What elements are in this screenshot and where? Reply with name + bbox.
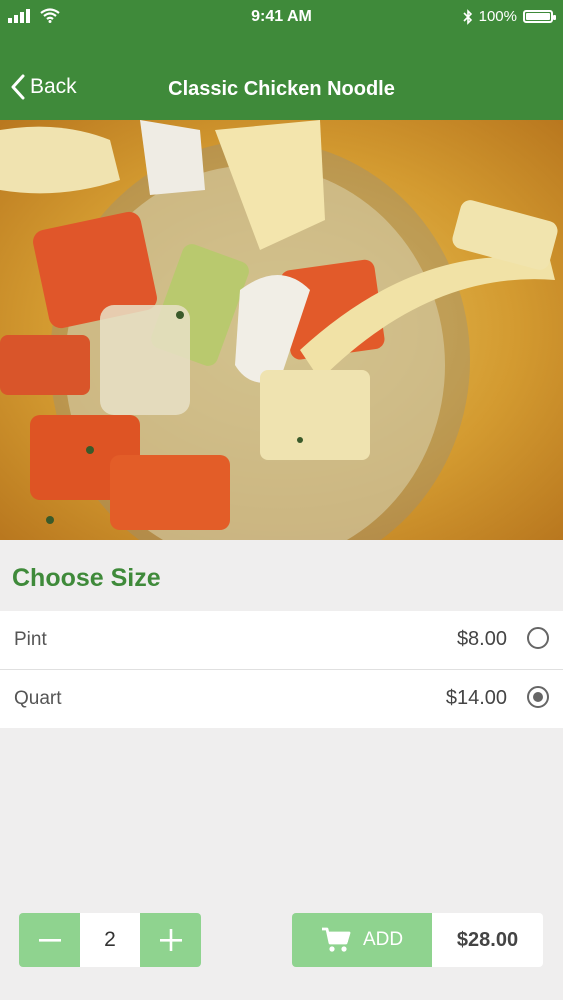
battery-icon — [523, 10, 556, 23]
total-price: $28.00 — [432, 913, 543, 967]
cart-icon — [321, 927, 351, 952]
size-option-pint[interactable]: Pint $8.00 — [0, 611, 563, 670]
increase-button[interactable] — [140, 913, 201, 967]
size-option-price: $14.00 — [445, 687, 507, 709]
plus-icon — [159, 929, 182, 951]
size-option-name: Pint — [14, 629, 47, 650]
size-option-quart[interactable]: Quart $14.00 — [0, 670, 563, 728]
add-to-cart-group: ADD $28.00 — [292, 913, 543, 967]
quantity-stepper: 2 — [19, 913, 201, 967]
nav-bar: Back Classic Chicken Noodle — [0, 60, 563, 120]
decrease-button[interactable] — [19, 913, 80, 967]
add-to-cart-button[interactable]: ADD — [292, 913, 432, 967]
size-option-price: $8.00 — [456, 628, 507, 650]
size-option-name: Quart — [14, 688, 62, 709]
status-bar: 9:41 AM 100% — [0, 0, 563, 34]
page-title: Classic Chicken Noodle — [168, 78, 395, 100]
soup-photo — [0, 120, 563, 540]
choose-size-heading: Choose Size — [12, 564, 161, 592]
radio-unselected-icon[interactable] — [527, 627, 549, 649]
battery-percent: 100% — [478, 8, 517, 25]
bluetooth-icon — [463, 8, 472, 25]
top-bar: 9:41 AM 100% Back Classic Chicken Noodle — [0, 0, 563, 120]
size-options-list: Pint $8.00 Quart $14.00 — [0, 611, 563, 728]
quantity-value: 2 — [80, 913, 140, 967]
minus-icon — [38, 939, 61, 942]
radio-selected-icon[interactable] — [527, 686, 549, 708]
status-right: 100% — [463, 8, 556, 25]
screen: 9:41 AM 100% Back Classic Chicken Noodle — [0, 0, 563, 1000]
add-label: ADD — [362, 929, 404, 950]
product-image — [0, 120, 563, 540]
